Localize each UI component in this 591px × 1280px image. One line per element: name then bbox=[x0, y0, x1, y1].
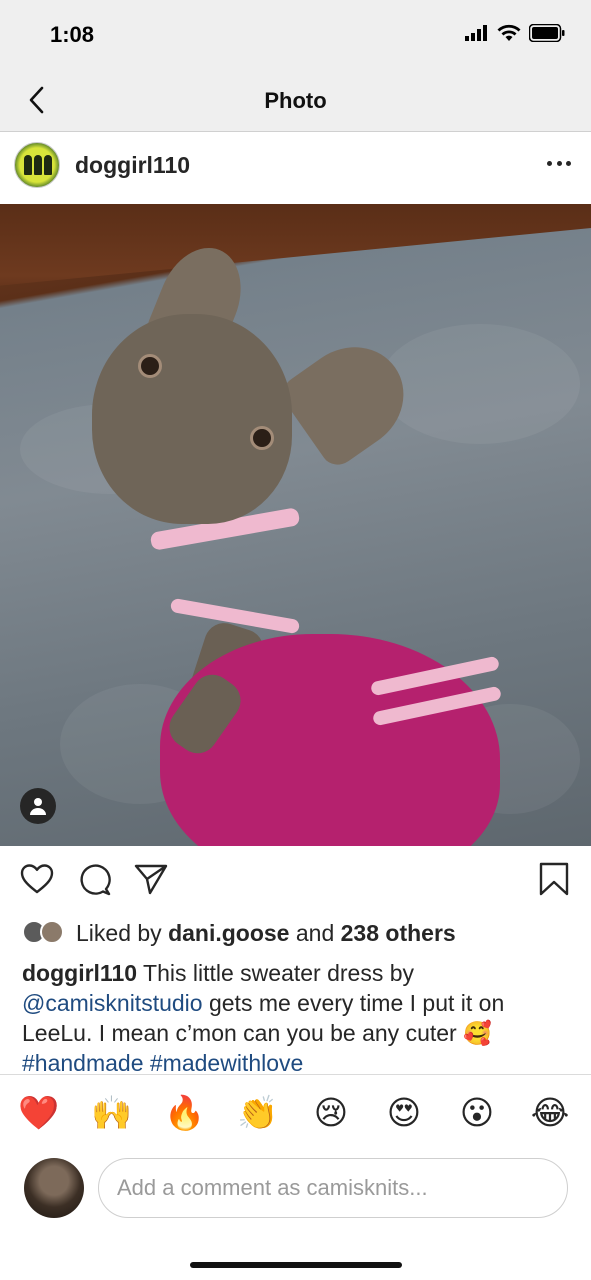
more-options-button[interactable] bbox=[547, 158, 571, 168]
likes-prefix: Liked by bbox=[76, 919, 162, 946]
status-icons bbox=[465, 24, 565, 42]
comment-input[interactable] bbox=[98, 1158, 568, 1218]
emoji-laugh-button[interactable]: 😂 bbox=[530, 1093, 570, 1133]
likes-user[interactable]: dani.goose bbox=[168, 920, 289, 947]
heart-icon[interactable] bbox=[20, 862, 54, 896]
status-time: 1:08 bbox=[50, 22, 95, 47]
home-indicator[interactable] bbox=[190, 1262, 402, 1268]
emoji-raised-hands-button[interactable]: 🙌 bbox=[91, 1093, 132, 1133]
liker-avatars bbox=[22, 920, 68, 946]
caption-mention[interactable]: @camisknitstudio bbox=[22, 990, 203, 1016]
emoji-heart-button[interactable]: ❤️ bbox=[18, 1093, 59, 1133]
blanket-fold bbox=[380, 324, 580, 444]
dog-eye bbox=[250, 426, 274, 450]
emoji-heart-eyes-button[interactable]: 😍 bbox=[384, 1093, 424, 1133]
post-caption: doggirl110 This little sweater dress by … bbox=[22, 958, 572, 1074]
emoji-reaction-bar: ❤️ 🙌 🔥 👏 😢 😍 😮 😂 bbox=[0, 1074, 591, 1152]
battery-icon bbox=[529, 24, 565, 42]
wood-wall bbox=[0, 204, 591, 286]
more-dot-icon bbox=[547, 160, 552, 166]
post-header: doggirl110 bbox=[0, 132, 591, 204]
post-photo[interactable] bbox=[0, 204, 591, 846]
more-dot-icon bbox=[556, 160, 562, 166]
comment-composer bbox=[0, 1152, 591, 1232]
emoji-clap-button[interactable]: 👏 bbox=[237, 1093, 278, 1133]
emoji-fire-button[interactable]: 🔥 bbox=[164, 1093, 205, 1133]
nav-bar: Photo bbox=[0, 70, 591, 132]
cellular-signal-icon bbox=[465, 25, 487, 41]
caption-username[interactable]: doggirl110 bbox=[22, 960, 137, 986]
emoji-surprised-button[interactable]: 😮 bbox=[457, 1093, 497, 1133]
share-icon[interactable] bbox=[134, 862, 168, 896]
emoji-cry-button[interactable]: 😢 bbox=[311, 1093, 351, 1133]
avatar[interactable] bbox=[14, 142, 60, 188]
likes-others[interactable]: 238 others bbox=[341, 920, 456, 947]
dog-head bbox=[92, 314, 292, 524]
page-title: Photo bbox=[264, 88, 327, 113]
current-user-avatar bbox=[24, 1158, 84, 1218]
likes-and: and bbox=[295, 919, 335, 946]
caption-text: This little sweater dress by bbox=[143, 960, 415, 986]
person-icon bbox=[30, 798, 46, 815]
likes-summary[interactable]: Liked by dani.goose and 238 others bbox=[22, 916, 456, 950]
status-bar: 1:08 bbox=[0, 0, 591, 70]
caption-hashtag[interactable]: #madewithlove bbox=[150, 1050, 303, 1074]
post-username[interactable]: doggirl110 bbox=[75, 152, 190, 179]
wifi-icon bbox=[497, 24, 521, 41]
more-dot-icon bbox=[566, 160, 571, 166]
post-actions bbox=[0, 846, 591, 916]
dog-eye bbox=[138, 354, 162, 378]
liker-avatar bbox=[40, 920, 64, 944]
tagged-user-badge[interactable] bbox=[20, 788, 56, 824]
bookmark-icon[interactable] bbox=[537, 862, 571, 896]
caption-hashtag[interactable]: #handmade bbox=[22, 1050, 144, 1074]
comment-icon[interactable] bbox=[78, 862, 112, 896]
